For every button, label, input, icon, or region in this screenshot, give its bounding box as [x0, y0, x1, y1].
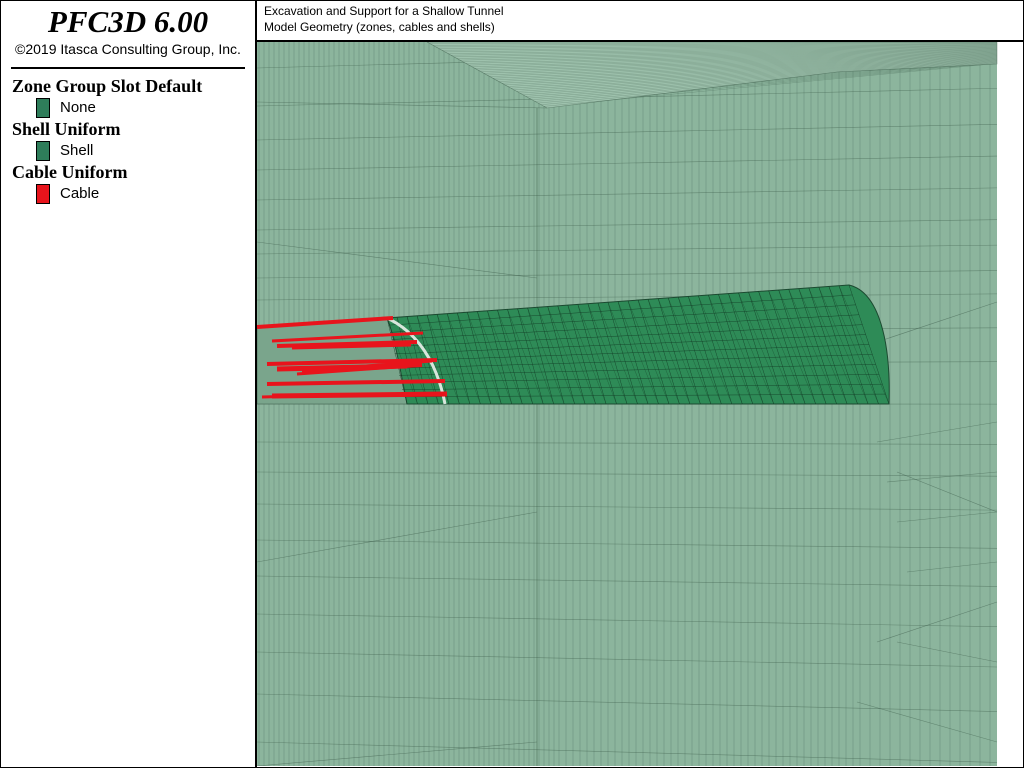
- legend-label-none: None: [60, 99, 96, 116]
- legend-swatch-cable: [36, 184, 50, 204]
- legend-label-shell: Shell: [60, 142, 94, 159]
- legend-heading-cable: Cable Uniform: [12, 162, 128, 182]
- plot-title-line-2: Model Geometry (zones, cables and shells…: [264, 20, 495, 34]
- legend-label-cable: Cable: [60, 185, 100, 202]
- legend-panel: PFC3D 6.00 ©2019 Itasca Consulting Group…: [1, 1, 257, 767]
- model-viewport[interactable]: [257, 42, 1023, 766]
- legend-swatch-none: [36, 98, 50, 118]
- plot-title-box: Excavation and Support for a Shallow Tun…: [257, 1, 1023, 42]
- app-title: PFC3D 6.00: [47, 4, 209, 39]
- copyright-text: ©2019 Itasca Consulting Group, Inc.: [15, 41, 241, 57]
- legend-heading-zone-group: Zone Group Slot Default: [12, 76, 203, 96]
- legend-heading-shell: Shell Uniform: [12, 119, 121, 139]
- legend-divider: [11, 67, 245, 69]
- plot-title-line-1: Excavation and Support for a Shallow Tun…: [264, 4, 504, 18]
- viewport-margin: [997, 42, 1023, 766]
- model-geometry-view[interactable]: [257, 42, 1023, 766]
- legend-swatch-shell: [36, 141, 50, 161]
